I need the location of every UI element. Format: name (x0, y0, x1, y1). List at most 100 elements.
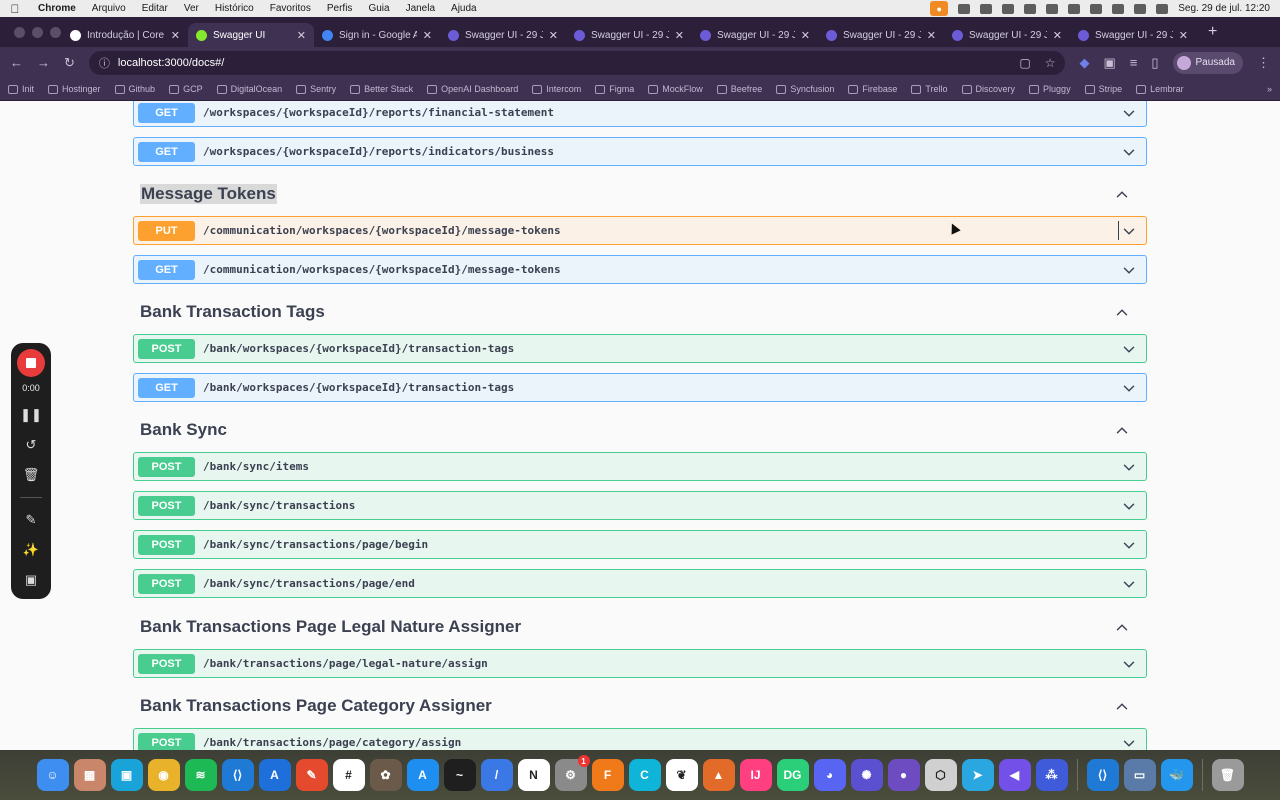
media-controls-icon[interactable]: ≡ (1130, 55, 1138, 70)
side-panel-icon[interactable]: ▯ (1151, 55, 1158, 71)
bookmark-star-icon[interactable]: ☆ (1045, 56, 1056, 70)
pen-icon[interactable]: ✎ (23, 512, 39, 528)
prism-icon[interactable]: ◀ (998, 759, 1031, 791)
menu-guia[interactable]: Guia (360, 3, 397, 14)
stop-recording-button[interactable] (17, 349, 45, 377)
intellij-icon[interactable]: IJ (739, 759, 772, 791)
bookmark-item[interactable]: Lembrar (1136, 84, 1184, 94)
chevron-down-icon[interactable] (1122, 538, 1136, 552)
bookmark-item[interactable]: Figma (595, 84, 634, 94)
zoom-window-button[interactable] (50, 26, 61, 38)
browser-tab[interactable]: Introdução | Core A ✕ (62, 23, 188, 47)
operation-get-row[interactable]: GET/workspaces/{workspaceId}/reports/fin… (133, 101, 1147, 127)
chevron-down-icon[interactable] (1122, 106, 1136, 120)
bookmark-item[interactable]: MockFlow (648, 84, 703, 94)
operation-post-row[interactable]: POST/bank/sync/transactions/page/end (133, 569, 1147, 598)
tweak-icon[interactable]: / (480, 759, 513, 791)
chevron-down-icon[interactable] (1122, 577, 1136, 591)
chevron-down-icon[interactable] (1122, 657, 1136, 671)
new-tab-button[interactable]: + (1196, 23, 1217, 41)
finder-icon[interactable]: ☺ (36, 759, 69, 791)
status-icon[interactable] (980, 3, 993, 14)
operation-post-row[interactable]: POST/bank/sync/transactions/page/begin (133, 530, 1147, 559)
chevron-up-icon[interactable] (1115, 699, 1129, 713)
operation-put-row[interactable]: PUT/communication/workspaces/{workspaceI… (133, 216, 1147, 245)
chevron-down-icon[interactable] (1122, 224, 1136, 238)
matlab-icon[interactable]: ▲ (702, 759, 735, 791)
trash-icon[interactable]: 🗑 (1211, 759, 1244, 791)
back-icon[interactable]: ← (10, 55, 23, 70)
close-tab-icon[interactable]: ✕ (927, 29, 936, 42)
operation-post-row[interactable]: POST/bank/transactions/page/legal-nature… (133, 649, 1147, 678)
tag-section-header[interactable]: Bank Sync (140, 418, 1147, 442)
bookmark-item[interactable]: Firebase (848, 84, 897, 94)
extensions-puzzle-icon[interactable]: ▣ (1103, 55, 1115, 71)
settings-icon[interactable]: ⚙ 1 (554, 755, 590, 791)
chevron-up-icon[interactable] (1115, 620, 1129, 634)
browser-tab[interactable]: Swagger UI - 29 Ju ✕ (692, 23, 818, 47)
tag-section-header[interactable]: Bank Transactions Page Category Assigner (140, 694, 1147, 718)
f360-icon[interactable]: F (591, 759, 624, 791)
menu-ajuda[interactable]: Ajuda (443, 3, 485, 14)
chevron-down-icon[interactable] (1122, 263, 1136, 277)
terminal-app-icon[interactable]: ▣ (110, 759, 143, 791)
status-icon[interactable] (1068, 3, 1081, 14)
grid-app-icon[interactable]: ⁂ (1035, 759, 1068, 791)
brush-icon[interactable]: ✎ (295, 759, 328, 791)
status-icon[interactable] (958, 3, 971, 14)
menu-perfis[interactable]: Perfis (319, 3, 361, 14)
vscode-icon[interactable]: ⟨⟩ (221, 759, 254, 791)
site-info-icon[interactable]: ⓘ (99, 55, 110, 71)
close-tab-icon[interactable]: ✕ (297, 29, 306, 42)
spotify-icon[interactable]: ≋ (184, 759, 217, 791)
bookmark-item[interactable]: Github (114, 84, 155, 94)
altair-icon[interactable]: A (258, 759, 291, 791)
minimize-window-button[interactable] (32, 26, 43, 38)
profile-button[interactable]: Pausada (1172, 51, 1243, 74)
operation-post-row[interactable]: POST/bank/sync/transactions (133, 491, 1147, 520)
browser-tab[interactable]: Swagger UI - 29 Ju ✕ (440, 23, 566, 47)
bookmark-item[interactable]: Stripe (1084, 84, 1122, 94)
close-tab-icon[interactable]: ✕ (171, 29, 180, 42)
close-tab-icon[interactable]: ✕ (1053, 29, 1062, 42)
camera-icon[interactable]: ▣ (23, 572, 39, 588)
orb-icon[interactable]: ● (887, 759, 920, 791)
datagrip-icon[interactable]: DG (776, 759, 809, 791)
app-store-icon[interactable]: A (406, 759, 439, 791)
vscode-2-icon[interactable]: ⟨⟩ (1086, 759, 1119, 791)
browser-tab[interactable]: Sign in - Google A ✕ (314, 23, 440, 47)
chrome-icon[interactable]: ◉ (147, 759, 180, 791)
browser-tab[interactable]: Swagger UI - 29 Ju ✕ (818, 23, 944, 47)
menu-arquivo[interactable]: Arquivo (84, 3, 134, 14)
pause-icon[interactable]: ❚❚ (20, 407, 42, 423)
tag-section-header[interactable]: Bank Transaction Tags (140, 300, 1147, 324)
bookmark-item[interactable]: DigitalOcean (216, 84, 282, 94)
bookmark-item[interactable]: Init (8, 84, 34, 94)
docker-icon[interactable]: 🐳 (1160, 759, 1193, 791)
bookmark-item[interactable]: Discovery (961, 84, 1015, 94)
address-bar-url[interactable]: localhost:3000/docs#/ (118, 57, 224, 69)
menu-historico[interactable]: Histórico (207, 3, 262, 14)
bookmark-item[interactable]: Hostinger (48, 84, 101, 94)
chevron-up-icon[interactable] (1115, 423, 1129, 437)
bookmark-item[interactable]: Beefree (716, 84, 762, 94)
discord-icon[interactable]: ◕ (813, 759, 846, 791)
chevron-up-icon[interactable] (1115, 305, 1129, 319)
menu-editar[interactable]: Editar (134, 3, 176, 14)
bookmark-item[interactable]: OpenAI Dashboard (427, 84, 518, 94)
operation-post-row[interactable]: POST/bank/sync/items (133, 452, 1147, 481)
menu-janela[interactable]: Janela (398, 3, 443, 14)
operation-get-row[interactable]: GET/bank/workspaces/{workspaceId}/transa… (133, 373, 1147, 402)
chevron-down-icon[interactable] (1122, 381, 1136, 395)
menu-favoritos[interactable]: Favoritos (262, 3, 319, 14)
bookmark-item[interactable]: GCP (169, 84, 203, 94)
extension-icon[interactable]: ◆ (1079, 55, 1089, 71)
chevron-down-icon[interactable] (1122, 499, 1136, 513)
close-tab-icon[interactable]: ✕ (423, 29, 432, 42)
bookmark-item[interactable]: Trello (911, 84, 948, 94)
gimp-icon[interactable]: ✿ (369, 759, 402, 791)
effects-wand-icon[interactable]: ✨ (23, 542, 39, 558)
menubar-clock[interactable]: Seg. 29 de jul. 12:20 (1178, 3, 1270, 14)
address-bar[interactable]: ⓘ localhost:3000/docs#/ ▢ ☆ (88, 50, 1066, 75)
browser-tab[interactable]: Swagger UI - 29 Ju ✕ (566, 23, 692, 47)
